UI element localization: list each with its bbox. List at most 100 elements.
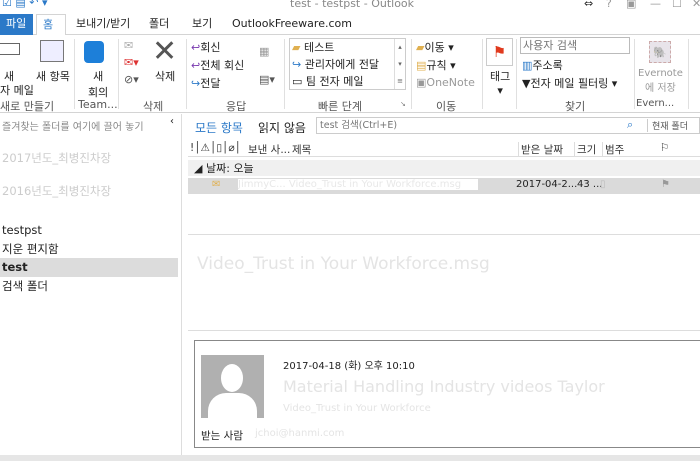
divider xyxy=(516,39,517,109)
new-mail-label-2: 자 메일 xyxy=(0,84,34,97)
reply-all-label: 전체 회신 xyxy=(200,59,245,72)
delete-button[interactable]: 삭제 xyxy=(155,68,175,84)
window-title: test - testpst - Outlook xyxy=(290,0,415,10)
more-respond-icon[interactable]: ▤▾ xyxy=(259,73,275,86)
filter-unread[interactable]: 읽지 않음 xyxy=(258,119,306,136)
reply-all-button[interactable]: ↩전체 회신 xyxy=(191,57,244,73)
minimize-button[interactable]: — xyxy=(650,0,661,10)
folder-item-selected[interactable]: test xyxy=(0,258,178,277)
message-row[interactable]: ✉ JimmyC... Video_Trust in Your Workforc… xyxy=(188,178,700,194)
quick-step-team-email[interactable]: ▭ 팀 전자 메일 xyxy=(292,73,364,89)
collapse-icon: ◢ xyxy=(194,162,206,175)
group-label-find: 찾기 xyxy=(565,100,586,113)
message-subject: Material Handling Industry videos Taylor xyxy=(283,377,605,396)
quick-step-forward-manager[interactable]: ↪ 관리자에게 전달 xyxy=(292,56,379,72)
meeting-reply-icon[interactable]: ▦ xyxy=(259,45,269,58)
search-icon[interactable]: ⌕ xyxy=(627,118,633,132)
tab-send-receive[interactable]: 보내기/받기 xyxy=(70,14,136,35)
forward-icon: ↪ xyxy=(292,58,302,71)
group-label-respond: 응답 xyxy=(226,100,247,113)
junk-icon[interactable]: ⊘▾ xyxy=(124,73,139,86)
column-size[interactable]: 크기 xyxy=(574,142,596,157)
teamviewer-icon xyxy=(84,41,104,63)
folder-icon: ▰ xyxy=(292,41,301,54)
reply-all-icon: ↩ xyxy=(191,59,201,72)
onenote-button[interactable]: ▣OneNote xyxy=(416,76,475,89)
tags-label: 태그 xyxy=(490,70,511,83)
rules-label: 규칙 xyxy=(426,59,447,72)
folder-item[interactable]: 2016년도_최병진차장 xyxy=(0,182,178,201)
category-icon[interactable]: ▯ xyxy=(600,179,606,190)
meeting-label-1: 새 xyxy=(93,70,104,83)
flag-icon[interactable]: ⚑ xyxy=(486,38,513,66)
new-mail-icon xyxy=(0,43,20,55)
tab-folder[interactable]: 폴더 xyxy=(143,14,175,35)
ribbon-display-icon[interactable]: ▣ xyxy=(626,0,636,10)
search-people-input[interactable] xyxy=(520,37,630,54)
ignore-icon[interactable]: ✉ xyxy=(124,39,133,52)
message-received: 2017-04-2... xyxy=(516,179,578,190)
group-label-teamviewer: Team... xyxy=(78,98,118,111)
column-category[interactable]: 범주 xyxy=(602,142,624,157)
folder-item[interactable]: 지운 편지함 xyxy=(0,240,178,259)
dialog-launcher-icon[interactable]: ↘ xyxy=(400,100,406,108)
filter-email-label: 전자 메일 필터링 xyxy=(530,77,609,90)
evernote-label-2: 에 저장 xyxy=(645,83,676,94)
divider xyxy=(482,39,483,109)
tags-button[interactable]: 태그 ▾ xyxy=(490,68,510,97)
forward-icon: ↪ xyxy=(191,77,201,90)
forward-button[interactable]: ↪전달 xyxy=(191,75,220,91)
resize-icon[interactable]: ⇔ xyxy=(584,0,593,10)
save-icon[interactable]: ☑ ▤ ↶ ▾ xyxy=(2,0,47,9)
move-button[interactable]: ▰이동 ▾ xyxy=(416,39,454,55)
tab-view[interactable]: 보기 xyxy=(186,14,218,35)
address-book-button[interactable]: ▥주소록 xyxy=(522,57,563,73)
group-header[interactable]: ◢ 날짜: 오늘 xyxy=(188,160,700,176)
reply-button[interactable]: ↩회신 xyxy=(191,39,220,55)
column-subject[interactable]: 제목 xyxy=(292,142,311,157)
collapse-pane-icon[interactable]: ‹ xyxy=(170,116,174,127)
search-box[interactable]: ⌕ 현재 폴더 xyxy=(316,117,700,134)
divider xyxy=(284,39,285,109)
column-received[interactable]: 받은 날짜 xyxy=(518,142,563,157)
divider xyxy=(74,39,75,109)
onenote-icon: ▣ xyxy=(416,76,427,89)
folder-item[interactable]: testpst xyxy=(0,221,178,240)
mail-icon: ▭ xyxy=(292,75,303,88)
evernote-save-button[interactable]: Evernote 에 저장 xyxy=(638,68,683,94)
rules-button[interactable]: ▤규칙 ▾ xyxy=(416,57,456,73)
title-bar: ☑ ▤ ↶ ▾ test - testpst - Outlook ⇔ ? ▣ —… xyxy=(0,0,700,14)
status-bar xyxy=(0,455,700,461)
address-book-icon: ▥ xyxy=(522,59,533,72)
quick-step-label: 팀 전자 메일 xyxy=(305,75,364,88)
folder-item[interactable]: 검색 폴더 xyxy=(0,277,178,296)
tab-file[interactable]: 파일 xyxy=(0,14,33,35)
help-button[interactable]: ? xyxy=(606,0,612,10)
avatar xyxy=(201,355,264,418)
column-from[interactable]: 보낸 사... xyxy=(248,142,290,157)
new-meeting-button[interactable]: 새 회의 xyxy=(88,68,108,100)
cleanup-icon[interactable]: ✉▾ xyxy=(124,56,139,69)
tab-outlookfreeware[interactable]: OutlookFreeware.com xyxy=(226,14,358,35)
quick-step-test[interactable]: ▰ 테스트 xyxy=(292,39,334,55)
maximize-button[interactable]: ☐ xyxy=(672,0,682,10)
close-button[interactable]: ✕ xyxy=(692,0,700,10)
search-scope-dropdown[interactable]: 현재 폴더 xyxy=(647,119,688,132)
column-flag-icon[interactable]: ⚐ xyxy=(660,142,669,154)
filter-all[interactable]: 모든 항목 xyxy=(195,119,243,136)
filter-email-button[interactable]: ▼전자 메일 필터링 ▾ xyxy=(522,75,617,91)
favorites-hint: 즐겨찾는 폴더를 여기에 끌어 놓기 xyxy=(2,122,144,133)
new-items-button[interactable]: 새 항목 xyxy=(36,68,70,84)
gallery-scroll[interactable]: ▴ ▾ ≡ xyxy=(394,39,405,89)
message-header-card: 2017-04-18 (화) 오후 10:10 Material Handlin… xyxy=(194,340,700,448)
search-input[interactable] xyxy=(317,118,617,133)
flag-icon[interactable]: ⚑ xyxy=(661,179,670,190)
tab-home[interactable]: 홈 xyxy=(36,14,66,36)
quick-steps-gallery[interactable]: ▰ 테스트 ↪ 관리자에게 전달 ▭ 팀 전자 메일 ▴ ▾ ≡ xyxy=(289,38,406,90)
delete-icon[interactable]: ✕ xyxy=(152,35,177,69)
column-importance[interactable]: !│⚠│▯│⌀│ xyxy=(190,142,241,154)
forward-label: 전달 xyxy=(200,77,221,90)
to-recipient[interactable]: jchoi@hanmi.com xyxy=(255,428,344,439)
message-list-pane: 모든 항목 읽지 않음 ⌕ 현재 폴더 !│⚠│▯│⌀│ 보낸 사... 제목 … xyxy=(183,114,700,455)
folder-item[interactable]: 2017년도_최병진차장 xyxy=(0,149,178,168)
